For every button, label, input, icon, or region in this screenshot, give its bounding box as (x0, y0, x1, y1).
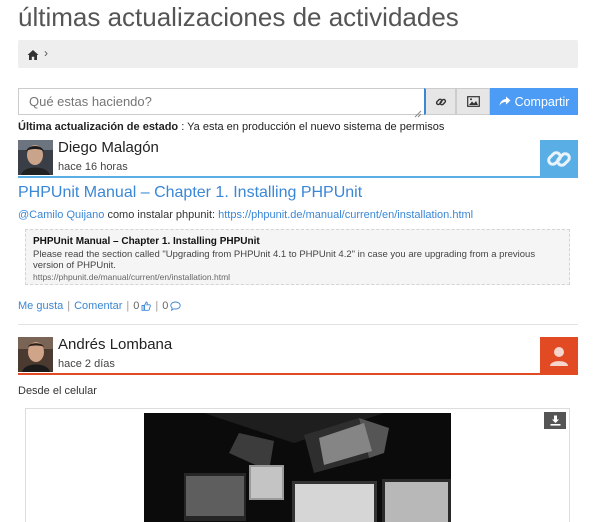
breadcrumb-separator: › (44, 46, 48, 60)
post-time: hace 2 días (58, 358, 115, 370)
mention-link[interactable]: @Camilo Quijano (18, 209, 104, 221)
link-title[interactable]: PHPUnit Manual – Chapter 1. Installing P… (18, 184, 362, 202)
last-status-line: Última actualización de estado : Ya esta… (18, 121, 444, 133)
post-type-badge (540, 140, 578, 178)
last-status-text: Ya esta en producción el nuevo sistema d… (187, 121, 445, 133)
post-photo[interactable] (144, 413, 451, 522)
avatar[interactable] (18, 140, 53, 175)
attach-image-button[interactable] (456, 88, 490, 115)
status-input[interactable] (18, 88, 424, 115)
preview-title: PHPUnit Manual – Chapter 1. Installing P… (33, 236, 260, 247)
link-preview[interactable]: PHPUnit Manual – Chapter 1. Installing P… (25, 229, 570, 285)
preview-url: https://phpunit.de/manual/current/en/ins… (33, 272, 231, 282)
download-icon (550, 415, 560, 426)
photo-card (25, 408, 570, 522)
share-icon (499, 96, 511, 106)
post-type-badge (540, 337, 578, 375)
resize-grip-icon[interactable] (414, 105, 422, 118)
post-author[interactable]: Diego Malagón (58, 139, 159, 156)
action-separator: | (126, 300, 130, 312)
post-actions: Me gusta | Comentar | 0 | 0 (18, 300, 182, 312)
home-icon[interactable] (27, 48, 39, 60)
action-separator: | (67, 300, 71, 312)
post-time: hace 16 horas (58, 161, 128, 173)
preview-text: Please read the section called "Upgradin… (33, 249, 536, 271)
link-icon (547, 151, 571, 167)
link-description: @Camilo Quijano como instalar phpunit: h… (18, 209, 473, 221)
comment-icon[interactable] (170, 301, 182, 311)
link-description-text: como instalar phpunit: (107, 209, 216, 221)
image-icon (466, 96, 480, 107)
post-divider (18, 324, 578, 325)
comment-link[interactable]: Comentar (74, 300, 122, 312)
url-link[interactable]: https://phpunit.de/manual/current/en/ins… (218, 209, 473, 221)
last-status-label: Última actualización de estado (18, 121, 179, 133)
like-link[interactable]: Me gusta (18, 300, 63, 312)
download-button[interactable] (544, 412, 566, 429)
thumbs-up-icon[interactable] (141, 301, 152, 311)
action-separator: | (155, 300, 159, 312)
link-icon (435, 98, 446, 105)
last-status-separator: : (178, 121, 188, 133)
post-author[interactable]: Andrés Lombana (58, 336, 172, 353)
share-button[interactable]: Compartir (490, 88, 578, 115)
avatar[interactable] (18, 337, 53, 372)
post-accent-line (18, 176, 578, 178)
like-count: 0 (133, 300, 140, 312)
user-icon (550, 347, 568, 366)
status-composer: Compartir (18, 88, 578, 118)
comment-count: 0 (162, 300, 169, 312)
breadcrumb: › (18, 40, 578, 68)
share-button-label: Compartir (514, 94, 570, 109)
page-title: últimas actualizaciones de actividades (18, 2, 459, 32)
post-text: Desde el celular (18, 385, 97, 397)
post-accent-line (18, 373, 578, 375)
attach-link-button[interactable] (424, 88, 456, 115)
